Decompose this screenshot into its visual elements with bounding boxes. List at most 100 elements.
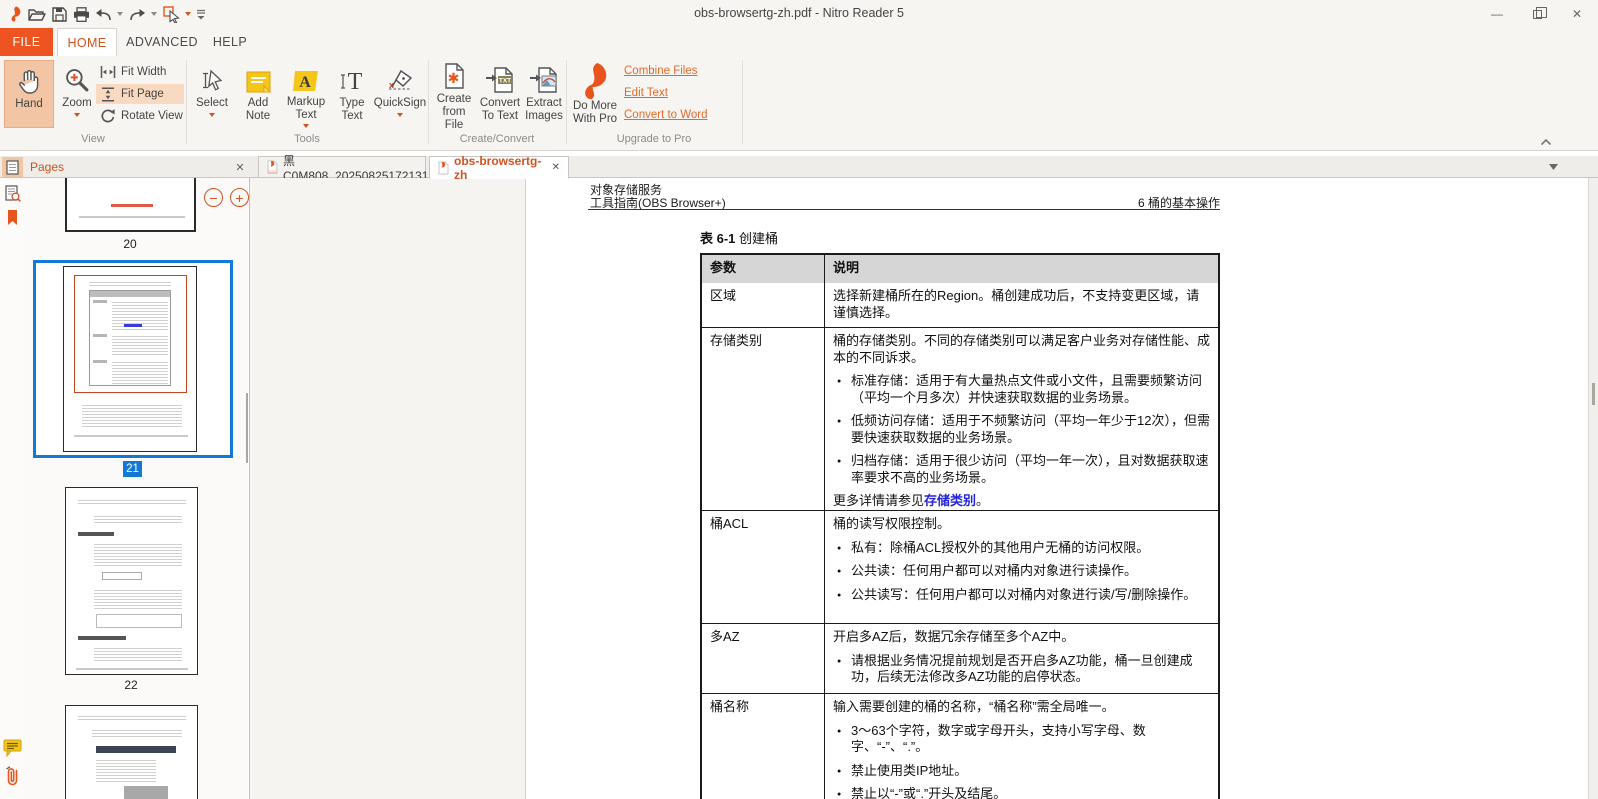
select-label: Select: [196, 97, 228, 109]
fit-width-icon: [100, 65, 116, 79]
desc-cell: 桶的读写权限控制。私有：除桶ACL授权外的其他用户无桶的访问权限。公共读：任何用…: [825, 511, 1218, 623]
markup-dropdown-caret[interactable]: [303, 124, 309, 128]
thumbnail-zoom-out-button[interactable]: −: [204, 188, 223, 207]
edit-text-link[interactable]: Edit Text: [624, 87, 668, 99]
close-button[interactable]: ✕: [1564, 4, 1590, 24]
tab-list-dropdown[interactable]: [1549, 164, 1558, 170]
vertical-scrollbar[interactable]: [1588, 178, 1598, 799]
pdf-file-icon: [438, 161, 449, 175]
combine-files-link[interactable]: Combine Files: [624, 65, 698, 77]
thumbnail-sketch: [79, 216, 185, 218]
thumbnail-sketch: [96, 758, 156, 782]
desc-cell: 选择新建桶所在的Region。桶创建成功后，不支持变更区域，请谨慎选择。: [825, 283, 1218, 327]
ribbon-tab-bar: FILE HOME ADVANCED HELP: [0, 28, 1598, 56]
table-row: 桶ACL桶的读写权限控制。私有：除桶ACL授权外的其他用户无桶的访问权限。公共读…: [702, 510, 1218, 623]
paragraph: 开启多AZ后，数据冗余存储至多个AZ中。: [833, 629, 1075, 644]
svg-text:✱: ✱: [448, 70, 460, 86]
thumbnail-page-20[interactable]: [65, 178, 196, 232]
type-text-button[interactable]: T Type Text: [334, 60, 370, 128]
scrollbar-thumb[interactable]: [1592, 383, 1595, 405]
thumbnail-page-number: 22: [124, 678, 138, 692]
thumbnail-sketch: [78, 532, 114, 536]
param-cell: 存储类别: [702, 328, 825, 510]
thumbnail-page-21-selected[interactable]: [33, 260, 233, 458]
hand-label: Hand: [15, 98, 43, 110]
fit-page-icon: [100, 86, 116, 102]
doc-tab-inactive[interactable]: 黑C0M808_20250825172131: [258, 154, 428, 183]
document-canvas: 对象存储服务 工具指南(OBS Browser+) 6 桶的基本操作 表 6-1…: [250, 178, 1588, 799]
doc-tab-active[interactable]: obs-browsertg-zh ✕: [429, 153, 569, 182]
paragraph: 更多详情请参见存储类别。: [833, 493, 990, 508]
thumbnail-page-number-selected: 21: [123, 461, 142, 477]
hand-tool-button[interactable]: Hand: [4, 60, 54, 128]
convert-to-word-link[interactable]: Convert to Word: [624, 109, 708, 121]
thumbnail-sketch: [78, 498, 186, 506]
quicksign-button[interactable]: x QuickSign: [372, 60, 428, 128]
paragraph: 选择新建桶所在的Region。桶创建成功后，不支持变更区域，请谨慎选择。: [833, 288, 1200, 320]
thumbnail-sketch: [102, 572, 142, 580]
window-controls: — ✕: [1484, 0, 1590, 28]
group-separator: [428, 60, 429, 144]
param-cell: 多AZ: [702, 624, 825, 693]
do-more-with-pro-button[interactable]: Do More With Pro: [566, 100, 624, 126]
attachments-icon[interactable]: [3, 765, 22, 785]
markup-text-button[interactable]: A Markup Text: [282, 60, 330, 128]
table-row: 存储类别 桶的存储类别。不同的存储类别可以满足客户业务对存储性能、成本的不同诉求。…: [702, 327, 1218, 510]
restore-button[interactable]: [1524, 4, 1550, 24]
convert-to-text-label: Convert To Text: [479, 97, 521, 122]
create-from-file-button[interactable]: ✱ Create from File: [432, 60, 476, 131]
bullet-item: 禁止以“-”或“.”开头及结尾。: [833, 786, 1210, 799]
fit-width-button[interactable]: Fit Width: [96, 62, 170, 82]
add-note-button[interactable]: Add Note: [238, 60, 278, 128]
bookmarks-icon[interactable]: [3, 208, 22, 227]
markup-text-label: Markup Text: [286, 96, 326, 121]
tab-file[interactable]: FILE: [0, 28, 53, 56]
extract-images-button[interactable]: Extract Images: [524, 60, 564, 128]
doc-tab-label: obs-browsertg-zh: [454, 153, 542, 182]
thumbnail-sketch: [76, 668, 188, 670]
fit-page-button[interactable]: Fit Page: [96, 84, 184, 104]
tab-help[interactable]: HELP: [207, 28, 253, 56]
add-note-label: Add Note: [245, 97, 271, 122]
zoom-dropdown-caret[interactable]: [74, 113, 80, 117]
thumbnail-sketch: [111, 204, 153, 207]
zoom-label: Zoom: [62, 97, 92, 109]
tab-home[interactable]: HOME: [57, 28, 117, 56]
thumbnail-sketch: [92, 728, 182, 738]
pdf-file-icon: [267, 160, 278, 174]
param-cell: 桶ACL: [702, 511, 825, 623]
doc-tab-close-icon[interactable]: ✕: [552, 162, 560, 173]
paragraph: 桶的读写权限控制。: [833, 516, 951, 531]
bullet-item: 公共读：任何用户都可以对桶内对象进行读操作。: [833, 563, 1210, 580]
convert-to-text-button[interactable]: TXT Convert To Text: [478, 60, 522, 128]
pages-panel-icon[interactable]: [2, 157, 23, 177]
thumbnail-page: [63, 266, 197, 452]
bullet-item: 禁止使用类IP地址。: [833, 763, 1210, 780]
comments-icon[interactable]: [3, 738, 22, 757]
view-group-label: View: [81, 133, 105, 145]
select-tool-button[interactable]: Select: [190, 60, 234, 128]
tab-advanced[interactable]: ADVANCED: [126, 28, 197, 56]
param-cell: 桶名称: [702, 694, 825, 799]
zoom-tool-button[interactable]: Zoom: [58, 60, 96, 128]
page-preview-icon[interactable]: [3, 184, 22, 203]
pages-panel-scrollbar-thumb[interactable]: [246, 393, 248, 463]
select-tool-dropdown-caret[interactable]: [209, 113, 215, 117]
convert-to-text-icon: TXT: [485, 62, 515, 94]
quicksign-dropdown-caret[interactable]: [397, 113, 403, 117]
markup-text-icon: A: [292, 62, 320, 93]
thumbnail-zoom-in-button[interactable]: +: [230, 188, 249, 207]
table-row: 多AZ开启多AZ后，数据冗余存储至多个AZ中。请根据业务情况提前规划是否开启多A…: [702, 623, 1218, 693]
thumbnail-page-23[interactable]: [65, 705, 198, 799]
thumbnail-sketch: [78, 636, 126, 640]
svg-text:A: A: [299, 74, 311, 91]
pages-panel-close-icon[interactable]: ✕: [232, 159, 248, 175]
thumbnail-page-22[interactable]: [65, 487, 198, 675]
table-caption-title: 创建桶: [735, 231, 779, 246]
collapse-ribbon-button[interactable]: [1540, 138, 1552, 146]
title-bar: obs-browsertg-zh.pdf - Nitro Reader 5 — …: [0, 0, 1598, 28]
extract-images-icon: [529, 62, 559, 94]
storage-class-link[interactable]: 存储类别: [924, 493, 976, 508]
minimize-button[interactable]: —: [1484, 4, 1510, 24]
rotate-view-button[interactable]: Rotate View: [96, 106, 187, 126]
